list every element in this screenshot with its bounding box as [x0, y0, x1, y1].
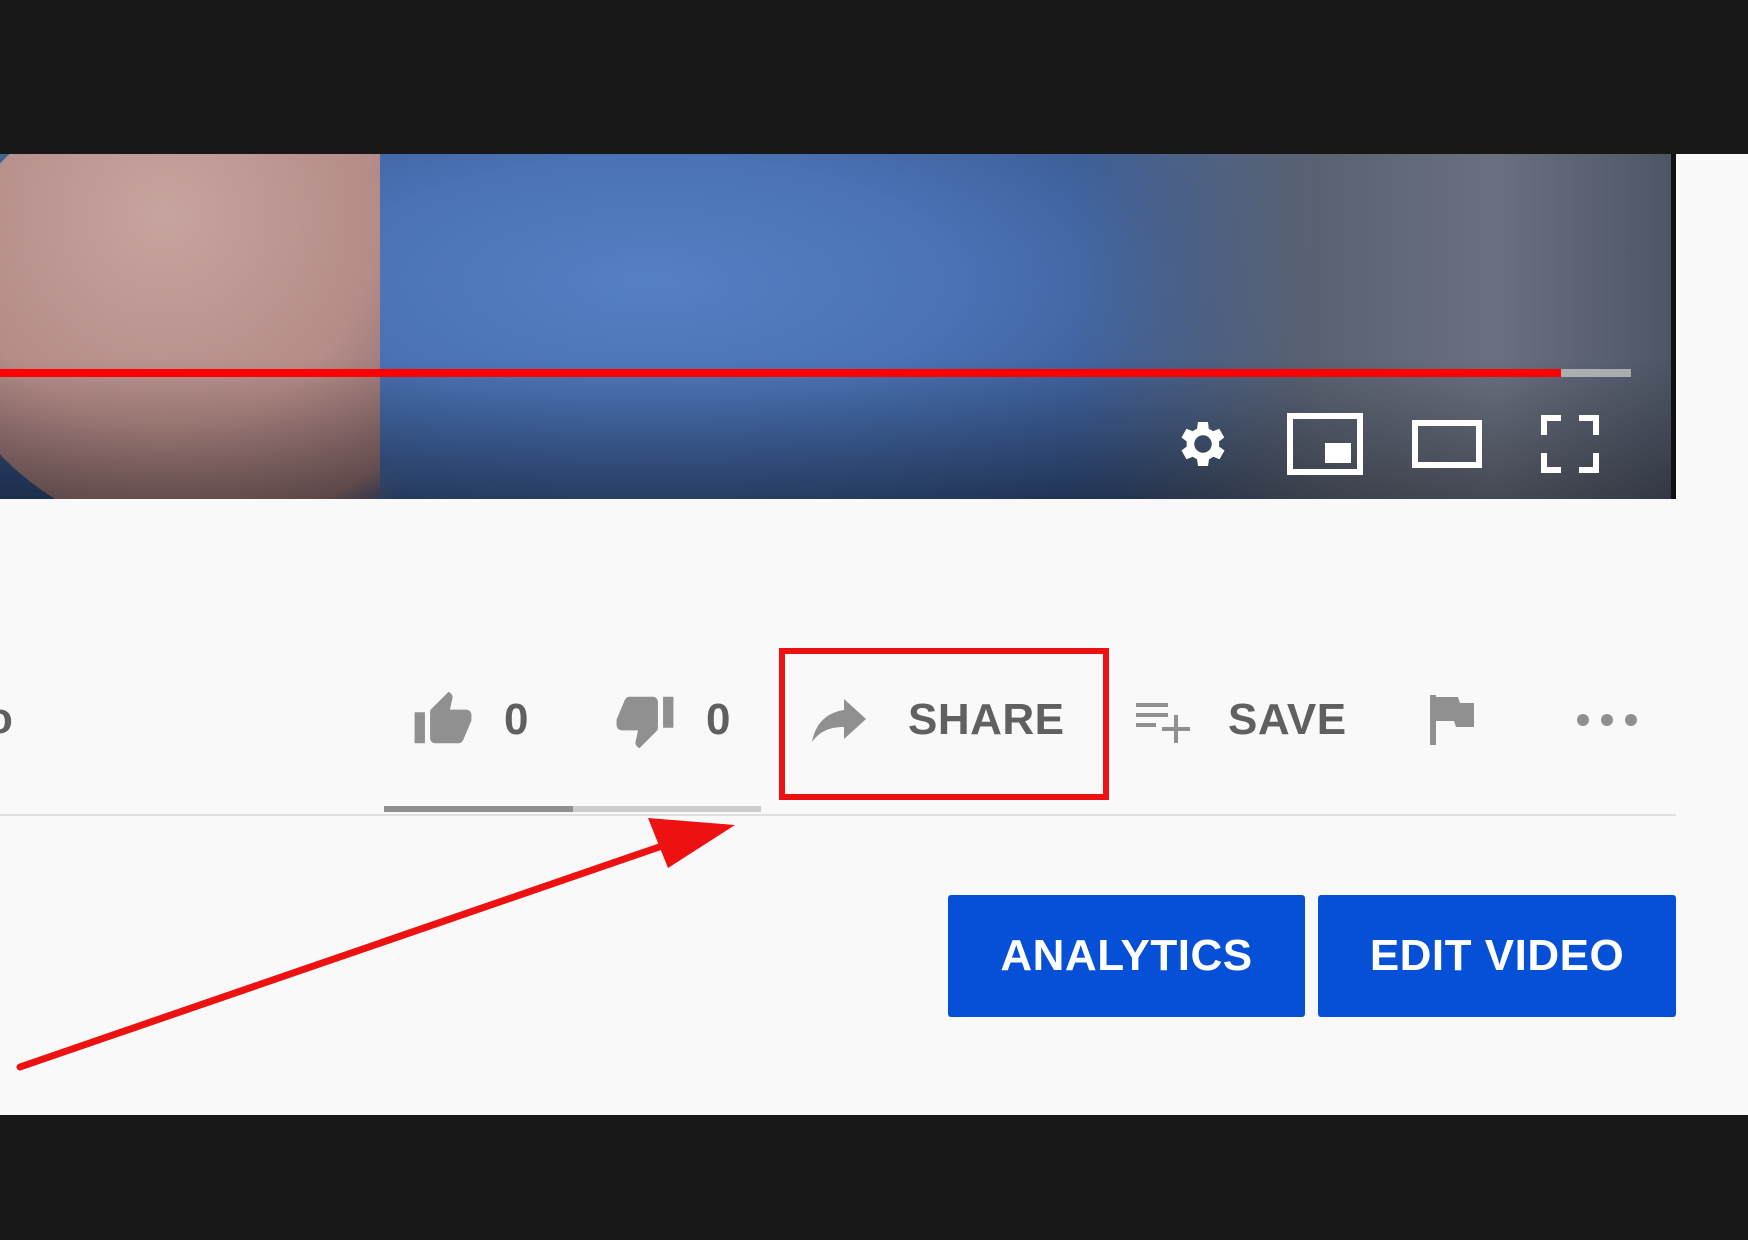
save-label: SAVE — [1228, 695, 1347, 744]
theater-mode-button[interactable] — [1412, 409, 1482, 479]
view-count-partial: o — [0, 694, 13, 744]
more-actions-button[interactable] — [1574, 685, 1640, 755]
like-count: 0 — [504, 695, 529, 744]
progress-played — [0, 369, 1561, 377]
fullscreen-icon — [1541, 415, 1599, 473]
save-button[interactable]: SAVE — [1136, 685, 1347, 755]
flag-icon — [1428, 693, 1476, 747]
miniplayer-icon — [1287, 413, 1363, 475]
sentiment-bar — [384, 806, 761, 812]
dislike-count: 0 — [706, 695, 731, 744]
like-button[interactable]: 0 — [410, 685, 529, 755]
screenshot-canvas: o 0 0 SHARE — [0, 0, 1748, 1240]
actions-divider — [0, 814, 1676, 816]
video-player[interactable] — [0, 154, 1676, 499]
report-button[interactable] — [1428, 685, 1476, 755]
sentiment-like-portion — [384, 806, 573, 812]
analytics-button[interactable]: ANALYTICS — [948, 895, 1305, 1017]
playlist-add-icon — [1136, 697, 1194, 743]
progress-bar[interactable] — [0, 369, 1631, 377]
dislike-button[interactable]: 0 — [612, 685, 731, 755]
gear-icon — [1173, 414, 1233, 474]
thumbs-down-icon — [612, 689, 678, 751]
fullscreen-button[interactable] — [1535, 409, 1605, 479]
settings-button[interactable] — [1168, 409, 1238, 479]
thumbs-up-icon — [410, 689, 476, 751]
share-highlight-annotation — [779, 648, 1109, 800]
player-edge — [1671, 154, 1676, 499]
miniplayer-button[interactable] — [1287, 409, 1363, 479]
edit-video-button[interactable]: EDIT VIDEO — [1318, 895, 1676, 1017]
theater-mode-icon — [1412, 420, 1482, 468]
more-horizontal-icon — [1574, 710, 1640, 730]
